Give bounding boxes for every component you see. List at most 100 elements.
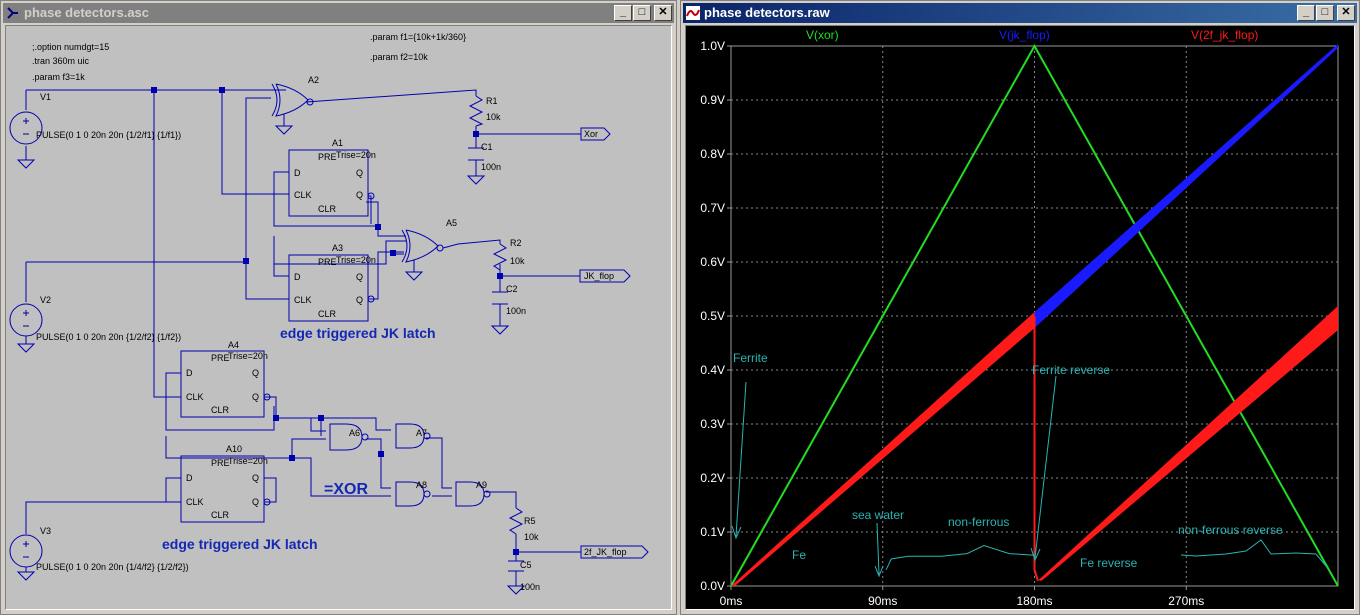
resistor-value-r2: 10k [510, 256, 525, 266]
annotation-trace-non-ferrous-reverse [1180, 539, 1327, 567]
series-v2f-jk-flop-band-2 [1037, 306, 1338, 581]
pin-pre: PRE [318, 257, 337, 267]
x-tick-label: 90ms [868, 594, 897, 608]
minimize-button[interactable]: _ [614, 5, 632, 21]
x-tick-label: 270ms [1168, 594, 1204, 608]
gate-label-a2: A2 [308, 75, 319, 85]
voltage-source-v3[interactable] [9, 534, 43, 581]
flop-label-a1: A1 [332, 138, 343, 148]
flop-trise: Trise=20n [336, 150, 376, 160]
resistor-label-r1: R1 [486, 96, 498, 106]
ltspice-schematic-icon [6, 6, 20, 20]
annotation-ferrite-reverse: Ferrite reverse [1032, 363, 1110, 377]
source-name-v2: V2 [40, 295, 51, 305]
y-tick-label: 0.2V [700, 471, 725, 485]
y-tick-label: 0.9V [700, 93, 725, 107]
pin-d: D [186, 368, 193, 378]
waveform-titlebar[interactable]: phase detectors.raw _ □ ✕ [683, 3, 1357, 23]
net-label-xor: Xor [584, 129, 598, 139]
waveform-plot-pane[interactable]: 0.0V 0.1V 0.2V 0.3V 0.4V 0.5V 0.6V 0.7V 0.8V 0.9V… [685, 25, 1355, 610]
pin-qbar: Q [252, 497, 259, 507]
annotation-fe-reverse: Fe reverse [1080, 556, 1138, 570]
close-button[interactable]: ✕ [1337, 5, 1355, 21]
maximize-button[interactable]: □ [1316, 5, 1334, 21]
schematic-canvas[interactable]: ;.option numdgt=15 .tran 360m uic .param… [5, 25, 672, 610]
legend-vjk-flop[interactable]: V(jk_flop) [999, 28, 1050, 42]
series-v2f-jk-flop-band-1 [731, 312, 1035, 586]
directive-tran[interactable]: .tran 360m uic [32, 56, 90, 66]
pin-clr: CLR [211, 405, 230, 415]
resistor-label-r5: R5 [524, 516, 536, 526]
xor-gate-a2[interactable] [271, 83, 314, 135]
annotation-arrow-ferrite [731, 381, 747, 540]
resistor-r5[interactable] [508, 507, 524, 535]
x-tick-label: 0ms [720, 594, 743, 608]
waveform-title: phase detectors.raw [704, 5, 830, 20]
maximize-button[interactable]: □ [633, 5, 651, 21]
flop-label-a10: A10 [226, 444, 242, 454]
gate-label-a6: A6 [349, 428, 360, 438]
net-label-jk-flop: JK_flop [584, 271, 614, 281]
annotation-ferrite: Ferrite [733, 351, 768, 365]
pin-q: Q [252, 368, 259, 378]
annotation-arrow-sea-water [874, 522, 884, 578]
pin-pre: PRE [211, 353, 230, 363]
gate-label-a5: A5 [446, 218, 457, 228]
flop-trise: Trise=20n [228, 351, 268, 361]
resistor-r1[interactable] [468, 95, 484, 127]
pin-clr: CLR [318, 204, 337, 214]
pin-qbar: Q [356, 295, 363, 305]
resistor-label-r2: R2 [510, 238, 522, 248]
gate-label-a7: A7 [416, 428, 427, 438]
pin-qbar: Q [252, 392, 259, 402]
pin-d: D [186, 473, 193, 483]
pin-pre: PRE [318, 152, 337, 162]
y-tick-label: 0.1V [700, 525, 725, 539]
directive-param-f1[interactable]: .param f1={10k+1k/360} [370, 32, 466, 42]
comment-jk-latch-1[interactable]: edge triggered JK latch [280, 325, 436, 341]
pin-q: Q [252, 473, 259, 483]
y-tick-label: 0.3V [700, 417, 725, 431]
gate-label-a9: A9 [476, 480, 487, 490]
source-value-v1: PULSE(0 1 0 20n 20n {1/2/f1} {1/f1}) [36, 130, 181, 140]
flop-label-a4: A4 [228, 340, 239, 350]
pin-clk: CLK [186, 392, 204, 402]
voltage-source-v1[interactable] [9, 111, 43, 169]
pin-clk: CLK [186, 497, 204, 507]
annotation-trace-non-ferrous [885, 544, 1035, 571]
legend-vxor[interactable]: V(xor) [806, 28, 839, 42]
directive-param-f3[interactable]: .param f3=1k [32, 72, 85, 82]
pin-clk: CLK [294, 190, 312, 200]
annotation-sea-water: sea water [852, 508, 904, 522]
comment-jk-latch-2[interactable]: edge triggered JK latch [162, 536, 318, 552]
source-name-v3: V3 [40, 526, 51, 536]
capacitor-value-c5: 100n [520, 582, 540, 592]
pin-pre: PRE [211, 458, 230, 468]
resistor-value-r1: 10k [486, 112, 501, 122]
pin-clr: CLR [318, 309, 337, 319]
waveform-chart[interactable]: 0.0V 0.1V 0.2V 0.3V 0.4V 0.5V 0.6V 0.7V 0.8V 0.9V… [686, 26, 1355, 610]
annotation-non-ferrous-reverse: non-ferrous reverse [1178, 523, 1283, 537]
capacitor-label-c1: C1 [481, 142, 493, 152]
source-name-v1: V1 [40, 92, 51, 102]
directive-options[interactable]: ;.option numdgt=15 [32, 42, 109, 52]
resistor-value-r5: 10k [524, 532, 539, 542]
directive-param-f2[interactable]: .param f2=10k [370, 52, 428, 62]
pin-d: D [294, 168, 301, 178]
xor-gate-a5[interactable] [401, 229, 459, 281]
legend-v2f-jk-flop[interactable]: V(2f_jk_flop) [1191, 28, 1258, 42]
comment-xor[interactable]: =XOR [324, 481, 368, 498]
schematic-title: phase detectors.asc [24, 5, 150, 20]
capacitor-label-c2: C2 [506, 284, 518, 294]
schematic-titlebar[interactable]: phase detectors.asc _ □ ✕ [3, 3, 674, 23]
annotation-fe: Fe [792, 548, 806, 562]
voltage-source-v2[interactable] [9, 303, 43, 353]
minimize-button[interactable]: _ [1297, 5, 1315, 21]
y-tick-label: 1.0V [700, 39, 725, 53]
pin-d: D [294, 272, 301, 282]
x-tick-label: 180ms [1016, 594, 1052, 608]
net-label-2f-jk-flop: 2f_JK_flop [584, 547, 627, 557]
pin-qbar: Q [356, 190, 363, 200]
y-tick-label: 0.7V [700, 201, 725, 215]
close-button[interactable]: ✕ [654, 5, 672, 21]
